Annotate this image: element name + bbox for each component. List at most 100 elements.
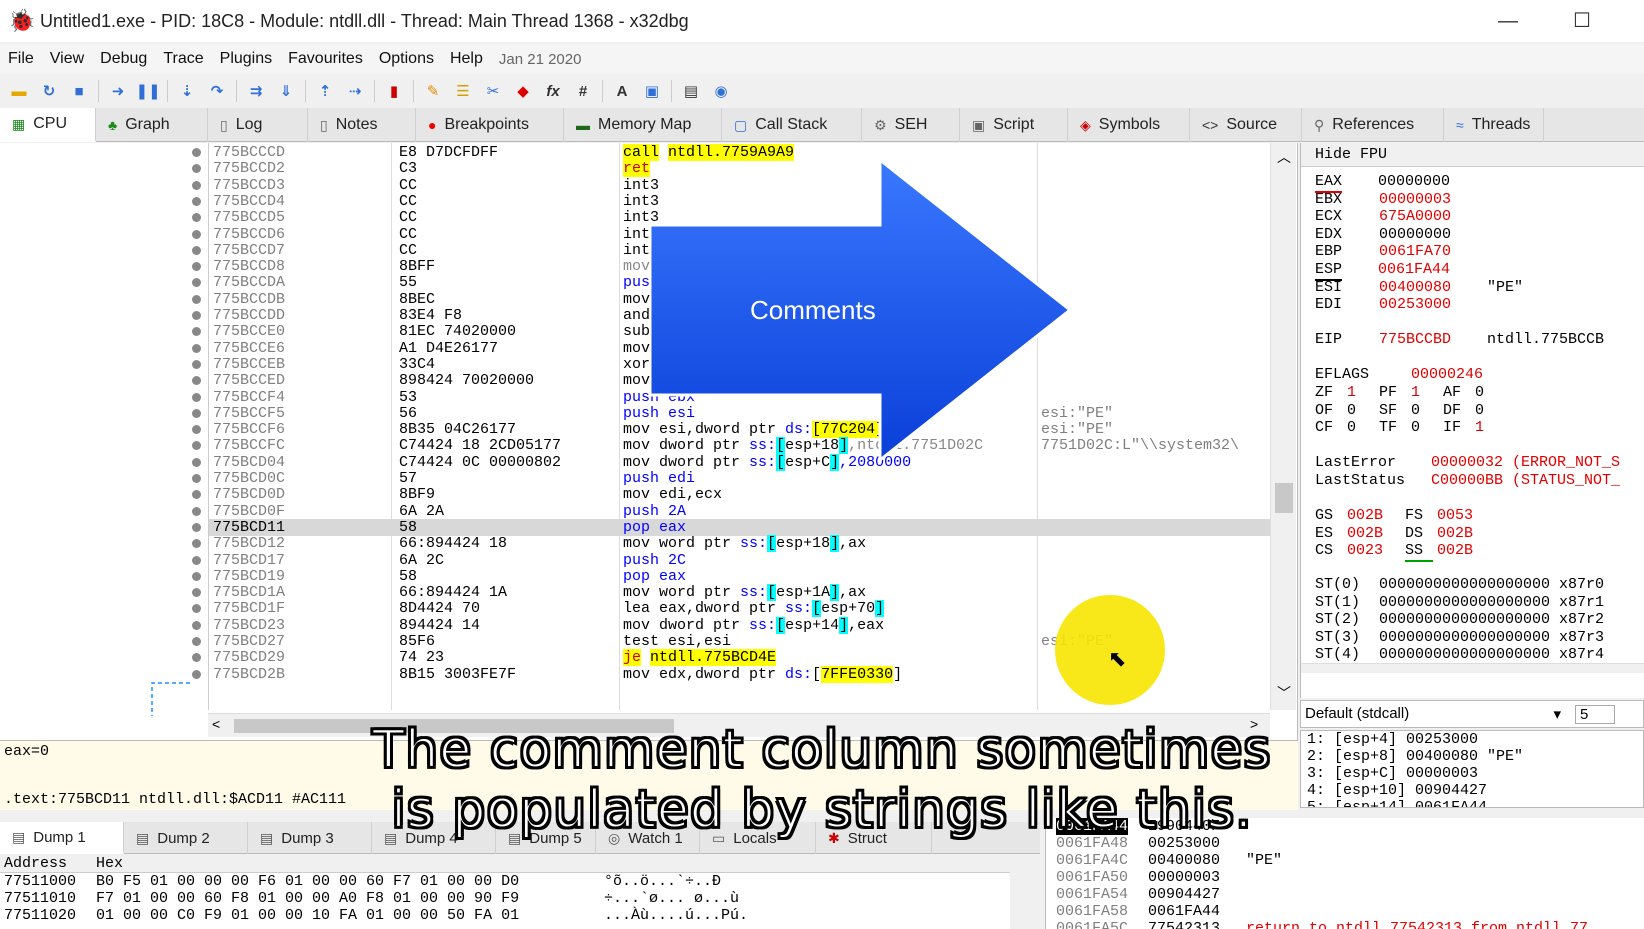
menu-help[interactable]: Help bbox=[442, 50, 491, 68]
breakpoint-dot-icon[interactable] bbox=[192, 669, 201, 679]
maximize-button[interactable]: ☐ bbox=[1562, 6, 1602, 36]
trace-over-icon[interactable]: ⇓ bbox=[275, 80, 297, 102]
breakpoint-dot-icon[interactable] bbox=[192, 229, 201, 239]
last-status[interactable]: LastStatus C00000BB (STATUS_NOT_ bbox=[1315, 472, 1620, 490]
stack-row[interactable]: 0061FA4C 00400080 "PE" bbox=[1046, 852, 1644, 869]
tab-seh[interactable]: ⚙ SEH bbox=[862, 108, 960, 142]
fpu-row[interactable]: ST(4) 0000000000000000000 x87r4 bbox=[1315, 646, 1604, 664]
menu-debug[interactable]: Debug bbox=[92, 50, 155, 68]
breakpoint-dot-icon[interactable] bbox=[192, 474, 201, 483]
tab-log[interactable]: ▯ Log bbox=[208, 108, 308, 142]
breakpoint-dot-icon[interactable] bbox=[192, 555, 201, 565]
patch-icon[interactable]: ✎ bbox=[422, 80, 444, 102]
execute-till-return-icon[interactable]: ⇡ bbox=[314, 80, 336, 102]
scroll-thumb[interactable] bbox=[1275, 483, 1293, 513]
register-row[interactable]: ESP 0061FA44 bbox=[1315, 261, 1486, 281]
menu-options[interactable]: Options bbox=[371, 50, 442, 68]
breakpoint-dot-icon[interactable] bbox=[192, 180, 201, 190]
breakpoint-dot-icon[interactable] bbox=[192, 506, 201, 516]
tab-script[interactable]: ▣ Script bbox=[960, 108, 1068, 142]
labels-icon[interactable]: ✂ bbox=[482, 80, 504, 102]
dump-row[interactable]: 77511000 B0 F5 01 00 00 00 F6 01 00 00 60… bbox=[0, 873, 1010, 890]
font-icon[interactable]: A bbox=[611, 80, 633, 102]
tab-threads[interactable]: ≈ Threads bbox=[1444, 108, 1544, 142]
run-to-user-code-icon[interactable]: ⇢ bbox=[344, 80, 366, 102]
menu-file[interactable]: File bbox=[0, 50, 42, 68]
disasm-row[interactable]: 775BCD19 58 pop eax bbox=[209, 568, 1270, 585]
register-row[interactable]: EBX 00000003 bbox=[1315, 191, 1487, 209]
breakpoint-dot-icon[interactable] bbox=[192, 245, 201, 255]
register-row[interactable]: ESI 00400080 "PE" bbox=[1315, 279, 1523, 297]
segment-row[interactable]: CS 0023 SS 002B bbox=[1315, 542, 1495, 563]
breakpoint-dot-icon[interactable] bbox=[192, 408, 201, 418]
tab-references[interactable]: ⚲ References bbox=[1302, 108, 1444, 142]
flags-row[interactable]: OF 0 SF 0 DF 0 bbox=[1315, 402, 1507, 420]
stack-row[interactable]: 0061FA54 00904427 bbox=[1046, 886, 1644, 903]
breakpoint-dot-icon[interactable] bbox=[192, 620, 201, 630]
tab-cpu[interactable]: ▦ CPU bbox=[0, 108, 96, 142]
flags-row[interactable]: CF 0 TF 0 IF 1 bbox=[1315, 419, 1507, 437]
flags-row[interactable]: ZF 1 PF 1 AF 0 bbox=[1315, 384, 1507, 402]
pause-icon[interactable]: ❚❚ bbox=[135, 80, 160, 102]
tab-call-stack[interactable]: ▢ Call Stack bbox=[722, 108, 862, 142]
breakpoint-dot-icon[interactable] bbox=[192, 294, 201, 304]
scroll-up-icon[interactable]: ︿ bbox=[1277, 147, 1291, 167]
stack-row[interactable]: 0061FA50 00000003 bbox=[1046, 869, 1644, 886]
bookmarks-icon[interactable]: ◆ bbox=[512, 80, 534, 102]
fpu-row[interactable]: ST(0) 0000000000000000000 x87r0 bbox=[1315, 576, 1604, 594]
stop-icon[interactable]: ■ bbox=[68, 80, 90, 102]
trace-into-icon[interactable]: ⇉ bbox=[245, 80, 267, 102]
fpu-row[interactable]: ST(3) 0000000000000000000 x87r3 bbox=[1315, 629, 1604, 647]
register-row[interactable]: EDX 00000000 bbox=[1315, 226, 1487, 244]
breakpoint-dot-icon[interactable] bbox=[192, 522, 201, 532]
disasm-row[interactable]: 775BCD12 66:894424 18 mov word ptr ss:[esp… bbox=[209, 535, 1270, 553]
stack-row[interactable]: 0061FA5C 77542313 return to ntdll.77542313… bbox=[1046, 920, 1644, 929]
disasm-vertical-scrollbar[interactable]: ︿ ﹀ bbox=[1270, 143, 1296, 710]
registers-horizontal-scrollbar[interactable] bbox=[1301, 663, 1644, 673]
disasm-row[interactable]: 775BCD0D 8BF9 mov edi,ecx bbox=[209, 486, 1270, 503]
disasm-row[interactable]: 775BCD17 6A 2C push 2C bbox=[209, 552, 1270, 569]
register-row[interactable]: EAX 00000000 bbox=[1315, 173, 1486, 193]
stack-row[interactable]: 0061FA58 0061FA44 bbox=[1046, 903, 1644, 920]
breakpoint-dot-icon[interactable] bbox=[192, 196, 201, 206]
disasm-row[interactable]: 775BCD0C 57 push edi bbox=[209, 470, 1270, 487]
hex-dump-panel[interactable]: Address Hex 77511000 B0 F5 01 00 00 00 F6… bbox=[0, 855, 1010, 929]
calculator-icon[interactable]: ▤ bbox=[680, 80, 702, 102]
breakpoint-dot-icon[interactable] bbox=[192, 343, 201, 353]
register-row[interactable]: ECX 675A0000 bbox=[1315, 208, 1487, 226]
comments-icon[interactable]: ☰ bbox=[452, 80, 474, 102]
variables-icon[interactable]: # bbox=[572, 80, 594, 102]
step-into-icon[interactable]: ⇣ bbox=[176, 80, 198, 102]
functions-icon[interactable]: fx bbox=[542, 80, 564, 102]
breakpoint-dot-icon[interactable] bbox=[192, 392, 201, 402]
run-icon[interactable]: ➜ bbox=[107, 80, 129, 102]
breakpoint-dot-icon[interactable] bbox=[192, 148, 201, 157]
open-icon[interactable]: ▬ bbox=[8, 80, 30, 102]
breakpoint-dot-icon[interactable] bbox=[192, 311, 201, 320]
dump-row[interactable]: 77511020 01 00 00 C0 F9 01 00 00 10 FA 01… bbox=[0, 907, 1010, 924]
segment-row[interactable]: GS 002B FS 0053 bbox=[1315, 507, 1495, 525]
breakpoint-dot-icon[interactable] bbox=[192, 637, 201, 646]
tab-memory-map[interactable]: ▬ Memory Map bbox=[564, 108, 722, 142]
scylla-icon[interactable]: ▮ bbox=[383, 80, 405, 102]
segment-row[interactable]: ES 002B DS 002B bbox=[1315, 525, 1495, 543]
breakpoint-dot-icon[interactable] bbox=[192, 571, 201, 581]
last-error[interactable]: LastError 00000032 (ERROR_NOT_S bbox=[1315, 454, 1620, 472]
tab-notes[interactable]: ▯ Notes bbox=[308, 108, 416, 142]
disasm-row[interactable]: 775BCD11 58 pop eax bbox=[209, 518, 1270, 536]
register-row[interactable]: EBP 0061FA70 bbox=[1315, 243, 1487, 261]
branch-gutter[interactable] bbox=[0, 143, 208, 716]
breakpoint-dot-icon[interactable] bbox=[192, 457, 201, 467]
breakpoint-dot-icon[interactable] bbox=[192, 359, 201, 369]
menu-trace[interactable]: Trace bbox=[155, 50, 211, 68]
help-icon[interactable]: ◉ bbox=[710, 80, 732, 102]
menu-view[interactable]: View bbox=[42, 50, 92, 68]
settings-icon[interactable]: ▣ bbox=[641, 80, 663, 102]
register-row[interactable]: EDI 00253000 bbox=[1315, 296, 1487, 314]
tab-graph[interactable]: ♣ Graph bbox=[96, 108, 208, 142]
menu-plugins[interactable]: Plugins bbox=[212, 50, 280, 68]
tab-breakpoints[interactable]: ● Breakpoints bbox=[416, 108, 564, 142]
minimize-button[interactable]: — bbox=[1488, 6, 1528, 36]
restart-icon[interactable]: ↻ bbox=[38, 80, 60, 102]
disasm-row[interactable]: 775BCD0F 6A 2A push 2A bbox=[209, 503, 1270, 520]
